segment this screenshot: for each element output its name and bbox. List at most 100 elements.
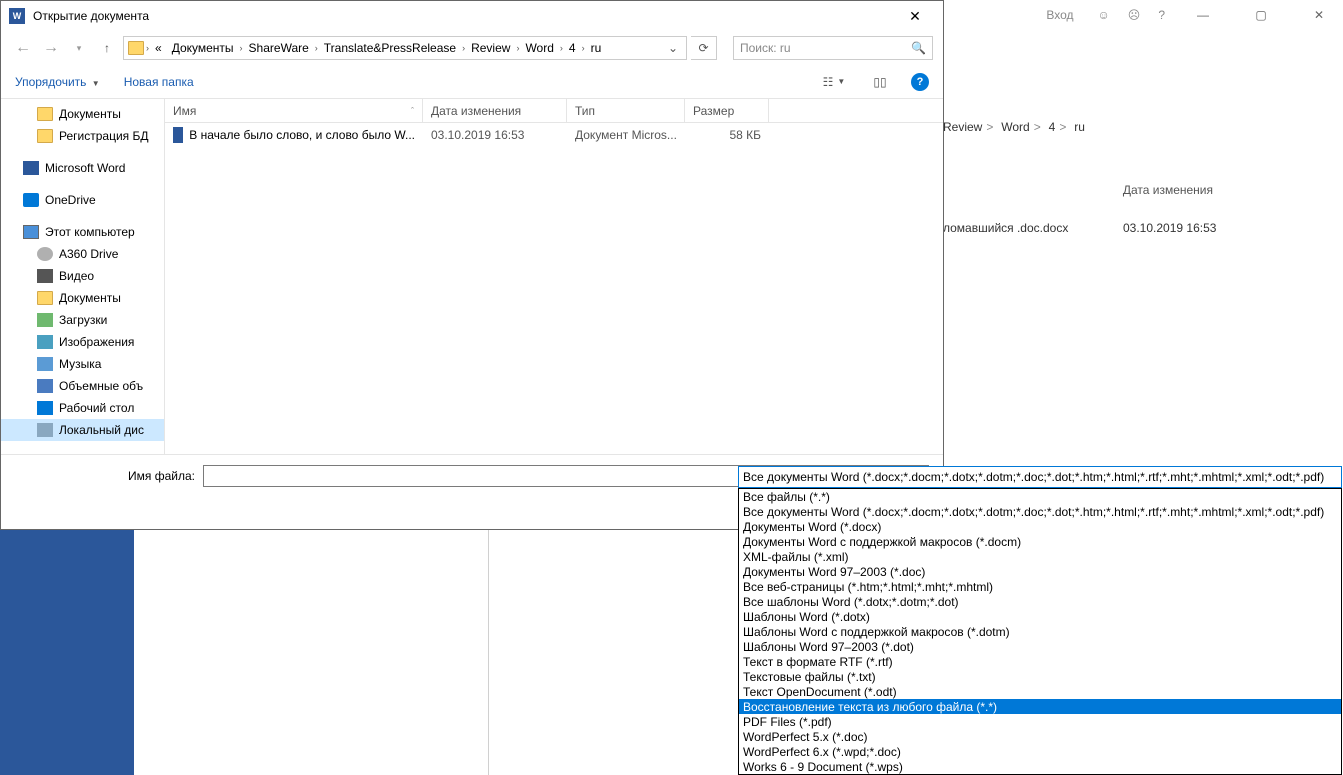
filetype-option[interactable]: Документы Word (*.docx) [739,519,1341,534]
crumb[interactable]: Word [521,39,557,57]
filetype-option[interactable]: WordPerfect 5.x (*.doc) [739,729,1341,744]
search-input[interactable]: Поиск: ru 🔍 [733,36,933,60]
preview-pane-button[interactable]: ▯▯ [865,71,895,93]
crumb[interactable]: 4 [565,39,580,57]
newfolder-button[interactable]: Новая папка [124,75,194,89]
tree-item[interactable]: Регистрация БД [1,125,164,147]
col-date[interactable]: Дата изменения [423,99,567,122]
filetype-option[interactable]: WordPerfect 6.x (*.wpd;*.doc) [739,744,1341,759]
file-type: Документ Micros... [567,128,685,142]
maximize-button[interactable]: ▢ [1241,1,1281,29]
tree-item[interactable]: Музыка [1,353,164,375]
folder-icon [37,291,53,305]
filetype-option[interactable]: Текст OpenDocument (*.odt) [739,684,1341,699]
bg-crumb[interactable]: Review [943,120,982,134]
tree-item[interactable]: Рабочий стол [1,397,164,419]
tree-item[interactable]: Локальный дис [1,419,164,441]
mus-icon [37,357,53,371]
dialog-titlebar: W Открытие документа ✕ [1,1,943,31]
recent-dropdown[interactable]: ▾ [67,36,91,60]
tree-item[interactable]: Изображения [1,331,164,353]
bg-crumb[interactable]: Word [1001,120,1029,134]
crumb-ellipsis[interactable]: « [151,39,166,57]
tree-item[interactable]: Загрузки [1,309,164,331]
address-bar[interactable]: › « Документы› ShareWare› Translate&Pres… [123,36,687,60]
tree-item[interactable]: Этот компьютер [1,221,164,243]
file-row[interactable]: В начале было слово, и слово было W...03… [165,123,943,147]
folder-icon [37,107,53,121]
bg-crumb[interactable]: 4 [1049,120,1056,134]
desk-icon [37,401,53,415]
filetype-option[interactable]: Документы Word с поддержкой макросов (*.… [739,534,1341,549]
tree-label: Загрузки [59,313,107,327]
filetype-option[interactable]: Документы Word 97–2003 (*.doc) [739,564,1341,579]
filetype-option[interactable]: Все файлы (*.*) [739,489,1341,504]
filetype-option[interactable]: Все документы Word (*.docx;*.docm;*.dotx… [739,504,1341,519]
refresh-button[interactable]: ⟳ [691,36,717,60]
crumb[interactable]: ShareWare [245,39,313,57]
filetype-option[interactable]: XML-файлы (*.xml) [739,549,1341,564]
filetype-option[interactable]: Текст в формате RTF (*.rtf) [739,654,1341,669]
bg-file-name: ломавшийся .doc.docx [943,221,1068,235]
help-icon[interactable]: ? [1158,8,1165,22]
tree-item[interactable]: Документы [1,287,164,309]
tree-label: Документы [59,107,121,121]
dialog-close-button[interactable]: ✕ [895,2,935,30]
tree-item[interactable]: Видео [1,265,164,287]
bg-file-row[interactable]: ломавшийся .doc.docx 03.10.2019 16:53 [943,221,1343,235]
word-sidebar [0,530,134,775]
word-doc-icon [173,127,183,143]
dialog-title: Открытие документа [33,9,895,23]
face-icon[interactable]: ☺ [1098,8,1110,22]
filetype-option[interactable]: Текстовые файлы (*.txt) [739,669,1341,684]
login-link[interactable]: Вход [1046,8,1073,22]
tree-item[interactable]: A360 Drive [1,243,164,265]
back-button[interactable]: ← [11,36,35,60]
filetype-option[interactable]: Восстановление текста из любого файла (*… [739,699,1341,714]
crumb[interactable]: ru [587,39,606,57]
filetype-option[interactable]: PDF Files (*.pdf) [739,714,1341,729]
tree-label: Изображения [59,335,134,349]
filetype-option[interactable]: Шаблоны Word с поддержкой макросов (*.do… [739,624,1341,639]
bg-crumb[interactable]: ru [1074,120,1085,134]
col-size[interactable]: Размер [685,99,769,122]
filetype-option[interactable]: Шаблоны Word 97–2003 (*.dot) [739,639,1341,654]
dl-icon [37,313,53,327]
tree-item[interactable]: Microsoft Word [1,157,164,179]
open-file-dialog: W Открытие документа ✕ ← → ▾ ↑ › « Докум… [0,0,944,530]
col-type[interactable]: Тип [567,99,685,122]
crumb[interactable]: Документы [168,39,238,57]
chevron-right-icon: › [146,43,149,53]
img-icon [37,335,53,349]
minimize-button[interactable]: — [1183,1,1223,29]
tree-label: Объемные объ [59,379,143,393]
tree-label: Документы [59,291,121,305]
crumb[interactable]: Review [467,39,514,57]
address-dropdown[interactable]: ⌄ [664,41,682,55]
crumb[interactable]: Translate&PressRelease [320,39,460,57]
tree-item[interactable]: OneDrive [1,189,164,211]
filetype-option[interactable]: Works 6 - 9 Document (*.wps) [739,759,1341,774]
filetype-option[interactable]: Шаблоны Word (*.dotx) [739,609,1341,624]
dialog-toolbar: Упорядочить ▼ Новая папка ☷▼ ▯▯ ? [1,65,943,99]
tree-label: Музыка [59,357,101,371]
tree-label: Видео [59,269,94,283]
col-name[interactable]: Имяˆ [165,99,423,122]
face-sad-icon[interactable]: ☹ [1128,8,1141,22]
tree-item[interactable]: Объемные объ [1,375,164,397]
close-button[interactable]: ✕ [1299,1,1339,29]
up-button[interactable]: ↑ [95,36,119,60]
word-icon: W [9,8,25,24]
filetype-option[interactable]: Все веб-страницы (*.htm;*.html;*.mht;*.m… [739,579,1341,594]
filetype-combobox[interactable]: Все документы Word (*.docx;*.docm;*.dotx… [738,466,1342,488]
word-icon [23,161,39,175]
tree-item[interactable]: Документы [1,103,164,125]
forward-button[interactable]: → [39,36,63,60]
filetype-option[interactable]: Все шаблоны Word (*.dotx;*.dotm;*.dot) [739,594,1341,609]
organize-button[interactable]: Упорядочить ▼ [15,75,100,89]
tree-label: Рабочий стол [59,401,134,415]
file-date: 03.10.2019 16:53 [423,128,567,142]
search-icon: 🔍 [911,41,926,55]
view-mode-button[interactable]: ☷▼ [819,71,849,93]
help-button[interactable]: ? [911,73,929,91]
